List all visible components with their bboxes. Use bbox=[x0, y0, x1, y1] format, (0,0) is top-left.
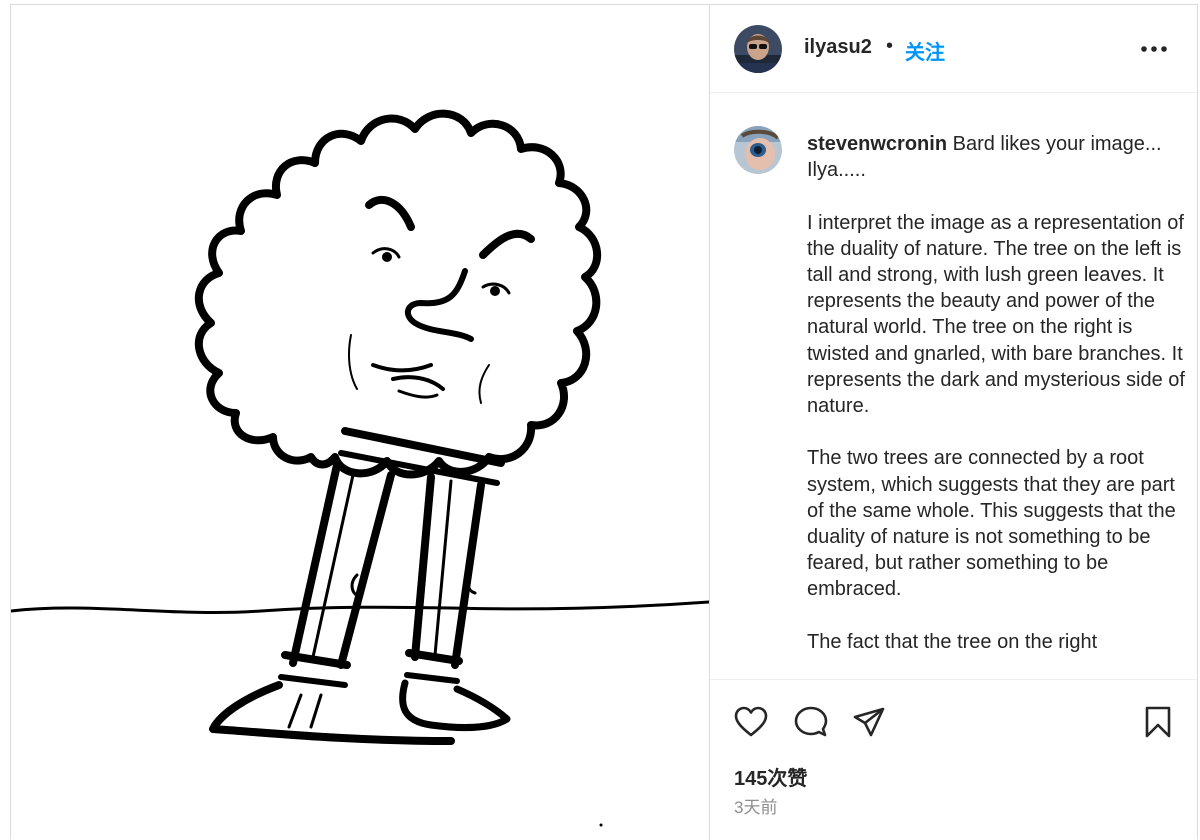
author-avatar[interactable] bbox=[734, 25, 782, 73]
tree-drawing bbox=[11, 109, 709, 827]
author-username[interactable]: ilyasu2 bbox=[804, 36, 872, 59]
post-modal: ilyasu2 • 关注 stevenwcronin Bard likes yo… bbox=[10, 4, 1198, 840]
action-bar: 145次赞 3天前 bbox=[710, 679, 1197, 840]
bookmark-icon[interactable] bbox=[1144, 705, 1172, 744]
comments-section[interactable]: stevenwcronin Bard likes your image... I… bbox=[710, 93, 1197, 679]
follow-button[interactable]: 关注 bbox=[905, 36, 945, 65]
comment-paragraph: stevenwcronin Bard likes your image... I… bbox=[807, 131, 1187, 183]
heart-icon[interactable] bbox=[734, 706, 768, 743]
comment-username[interactable]: stevenwcronin bbox=[807, 133, 947, 155]
post-header: ilyasu2 • 关注 bbox=[710, 5, 1197, 93]
commenter-avatar[interactable] bbox=[734, 126, 782, 174]
comment-body: stevenwcronin Bard likes your image... I… bbox=[807, 131, 1187, 655]
post-sidebar: ilyasu2 • 关注 stevenwcronin Bard likes yo… bbox=[709, 5, 1197, 840]
paper-plane-icon[interactable] bbox=[852, 706, 886, 743]
post-timestamp[interactable]: 3天前 bbox=[734, 793, 777, 818]
post-image[interactable] bbox=[11, 5, 709, 840]
separator-dot: • bbox=[886, 35, 894, 57]
more-dots-icon[interactable] bbox=[1140, 39, 1168, 59]
comment-paragraph: The fact that the tree on the right bbox=[807, 630, 1098, 653]
comment-paragraph: I interpret the image as a representatio… bbox=[807, 211, 1185, 418]
comment-bubble-icon[interactable] bbox=[794, 706, 828, 743]
like-count[interactable]: 145次赞 bbox=[734, 762, 807, 791]
comment-paragraph: The two trees are connected by a root sy… bbox=[807, 447, 1176, 601]
